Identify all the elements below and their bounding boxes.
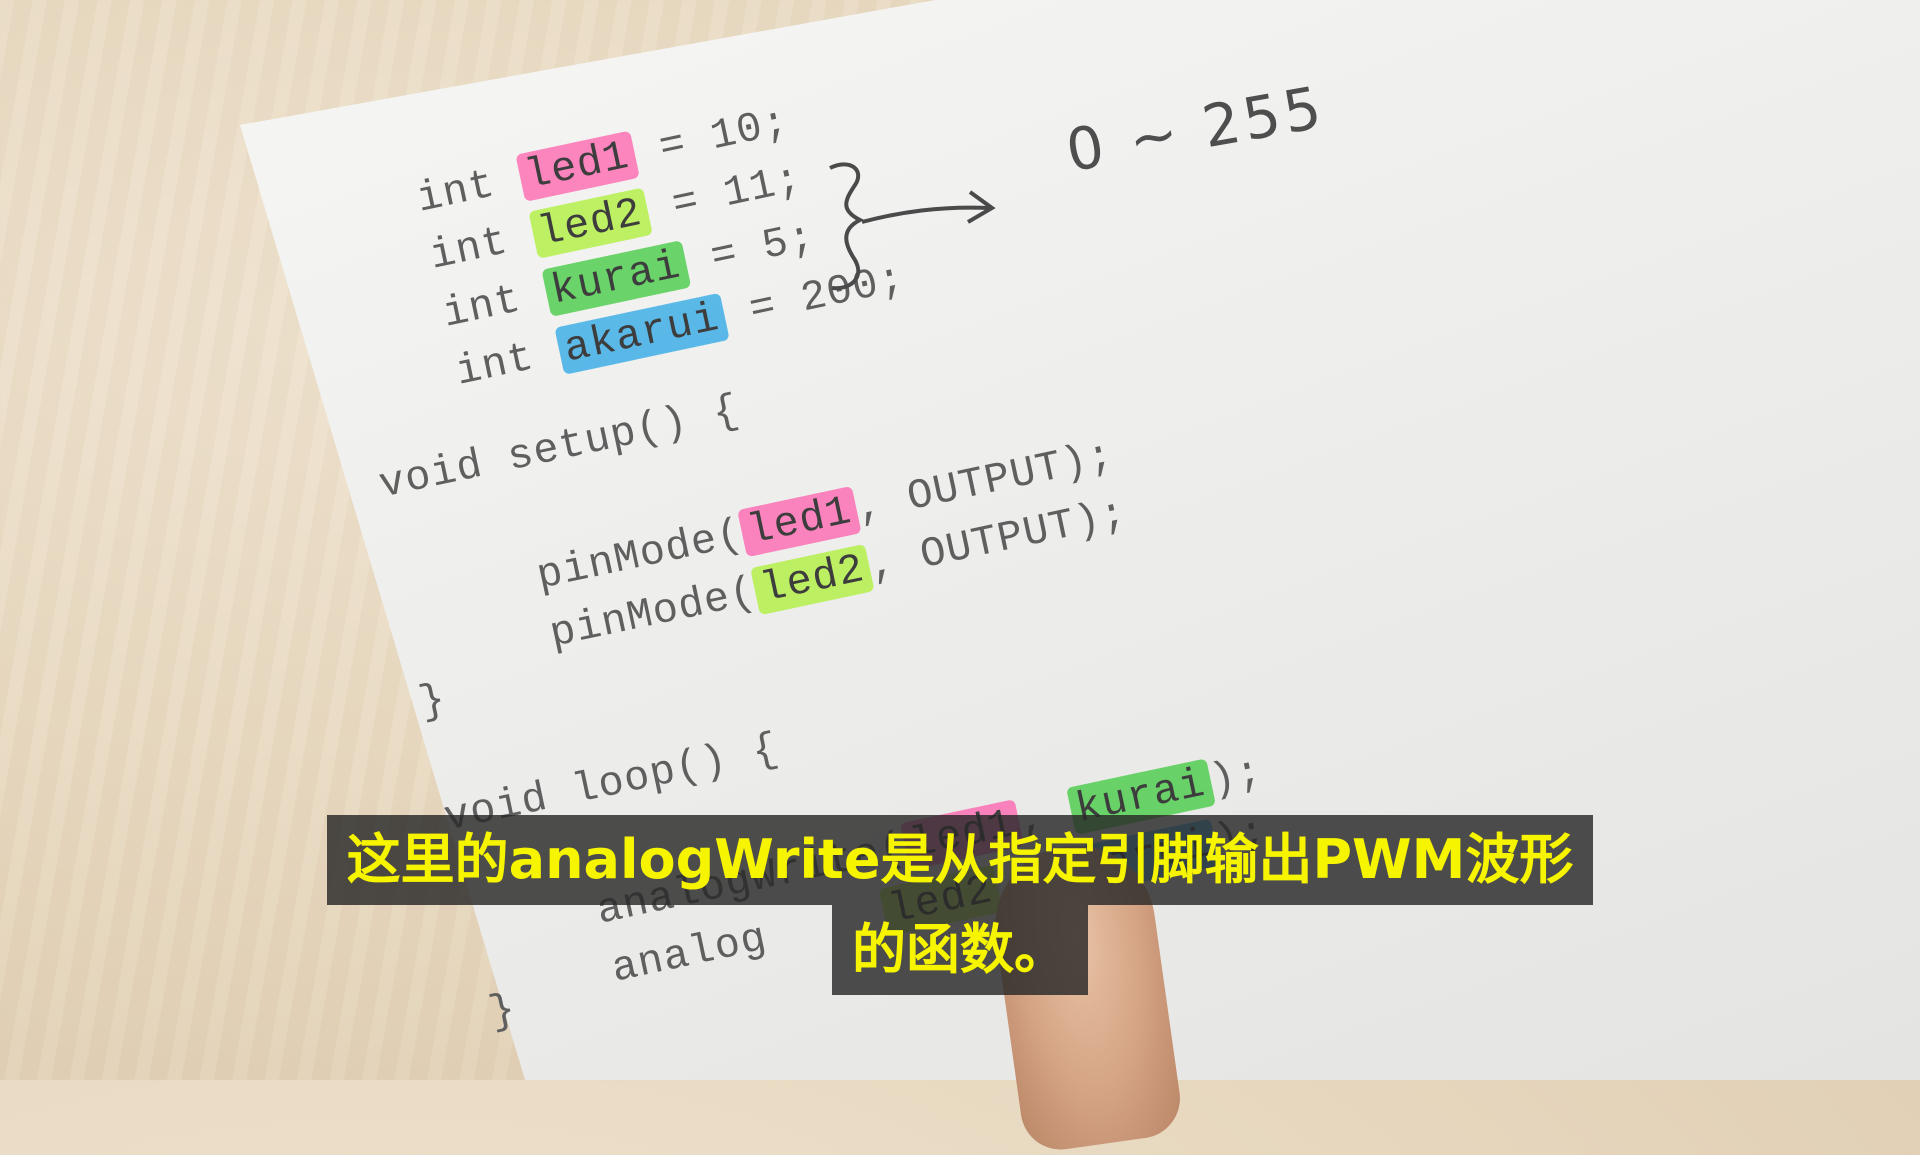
subtitle-line-1: 这里的analogWrite是从指定引脚输出PWM波形	[326, 815, 1594, 905]
handwritten-brace-arrow-icon	[829, 162, 996, 291]
call-rest: , OUTPUT);	[864, 489, 1132, 591]
function-call: pinMode(	[545, 568, 761, 659]
type-keyword: int	[451, 333, 539, 397]
subtitle-line-2: 的函数。	[832, 905, 1088, 995]
setup-close-brace: }	[415, 675, 451, 728]
variable-akarui: akarui	[554, 292, 730, 375]
subtitle-box: 这里的analogWrite是从指定引脚输出PWM波形 的函数。	[0, 815, 1920, 995]
variable-led2: led2	[750, 543, 875, 616]
